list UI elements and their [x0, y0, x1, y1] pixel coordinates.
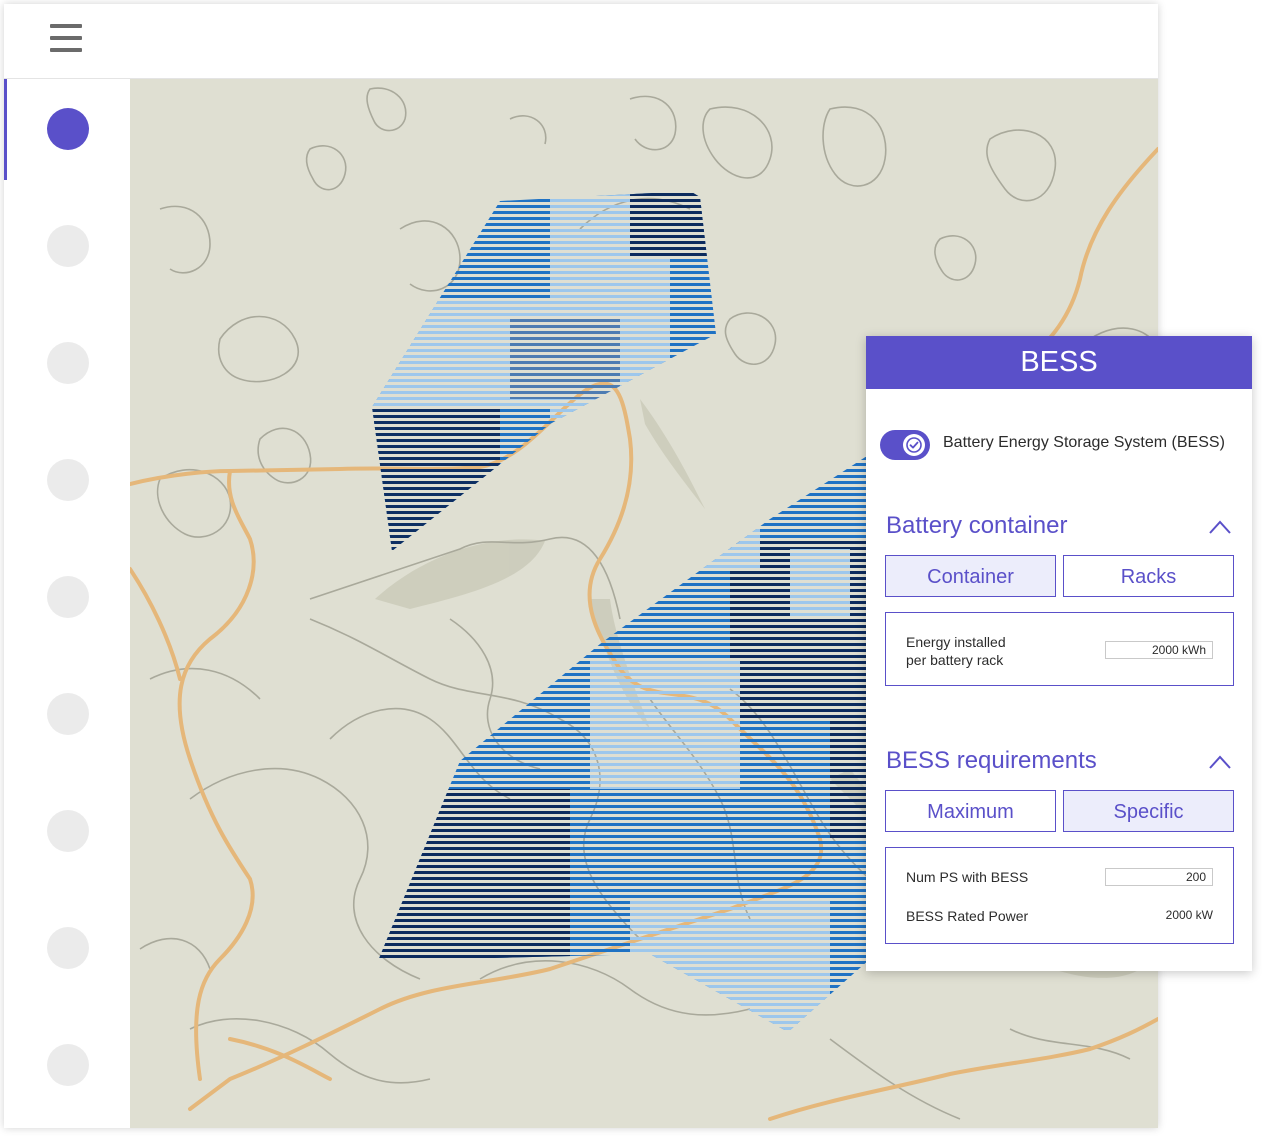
bess-requirements-title: BESS requirements [886, 747, 1097, 774]
sidebar-item-7[interactable] [4, 781, 130, 898]
sidebar-item-2[interactable] [4, 196, 130, 313]
energy-installed-input[interactable] [1105, 641, 1213, 659]
rated-power-value: 2000 kW [1165, 908, 1213, 922]
solar-layout-upper [372, 191, 716, 551]
solar-layout-lower [378, 454, 870, 1032]
bess-toggle[interactable] [880, 430, 930, 460]
toggle-knob [903, 434, 925, 456]
sidebar-step-icon [47, 225, 89, 267]
chevron-up-icon[interactable] [1208, 754, 1232, 770]
bess-toggle-label: Battery Energy Storage System (BESS) [943, 434, 1225, 451]
energy-field-box: Energy installed per battery rack [885, 612, 1234, 686]
sidebar-step-icon [47, 576, 89, 618]
bess-panel: BESS Battery Energy Storage System (BESS… [866, 336, 1252, 971]
chevron-up-icon[interactable] [1208, 519, 1232, 535]
rated-power-label: BESS Rated Power [906, 908, 1029, 924]
maximum-option-button[interactable]: Maximum [885, 790, 1056, 832]
sidebar-item-8[interactable] [4, 898, 130, 1015]
sidebar-step-icon [47, 693, 89, 735]
sidebar-step-icon [47, 1044, 89, 1086]
hamburger-menu-icon[interactable] [50, 22, 84, 58]
sidebar-item-1[interactable] [4, 79, 130, 196]
specific-option-button[interactable]: Specific [1063, 790, 1234, 832]
sidebar-step-icon [47, 342, 89, 384]
num-ps-input[interactable] [1105, 868, 1213, 886]
sidebar-item-9[interactable] [4, 1015, 130, 1128]
sidebar-step-icon [47, 927, 89, 969]
sidebar [4, 79, 130, 1128]
racks-option-button[interactable]: Racks [1063, 555, 1234, 597]
requirements-field-box: Num PS with BESS BESS Rated Power 2000 k… [885, 847, 1234, 944]
sidebar-item-4[interactable] [4, 430, 130, 547]
check-icon [906, 437, 922, 453]
energy-field-label-line2: per battery rack [906, 652, 1004, 668]
panel-title: BESS [866, 336, 1252, 389]
sidebar-item-6[interactable] [4, 664, 130, 781]
sidebar-item-5[interactable] [4, 547, 130, 664]
battery-container-title: Battery container [886, 512, 1068, 539]
container-option-button[interactable]: Container [885, 555, 1056, 597]
sidebar-item-3[interactable] [4, 313, 130, 430]
energy-field-label-line1: Energy installed [906, 634, 1006, 650]
sidebar-step-icon [47, 459, 89, 501]
num-ps-label: Num PS with BESS [906, 869, 1029, 885]
sidebar-step-icon [47, 108, 89, 150]
top-bar [4, 4, 1158, 79]
sidebar-step-icon [47, 810, 89, 852]
